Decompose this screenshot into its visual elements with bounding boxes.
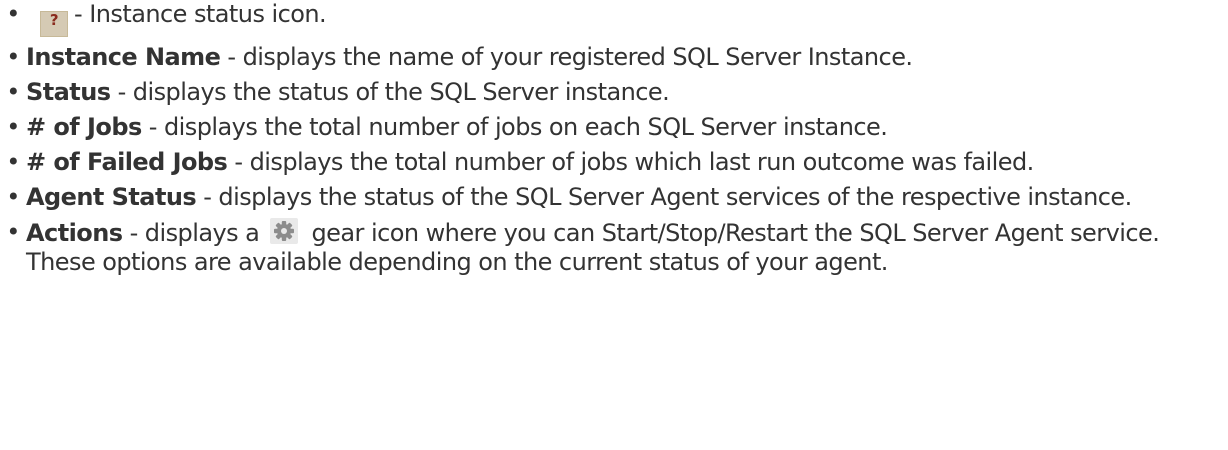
bullet: •	[6, 78, 20, 106]
list-item-status-icon: • ? - Instance status icon.	[4, 0, 1228, 37]
item-description: - displays the name of your registered S…	[220, 43, 913, 71]
bullet: •	[6, 43, 20, 71]
list-item-num-jobs: • # of Jobs - displays the total number …	[4, 113, 1228, 142]
item-term: Status	[26, 78, 111, 106]
question-status-icon: ?	[40, 11, 68, 37]
bullet: •	[6, 0, 20, 28]
document: • ? - Instance status icon. • Instance Na…	[0, 0, 1228, 450]
list-item-num-failed-jobs: • # of Failed Jobs - displays the total …	[4, 148, 1228, 177]
item-term: Instance Name	[26, 43, 221, 71]
item-term: Actions	[26, 219, 123, 247]
bullet: •	[6, 218, 20, 246]
item-description: - displays the status of the SQL Server …	[110, 78, 670, 106]
item-description: - displays the total number of jobs whic…	[227, 148, 1034, 176]
item-term: # of Failed Jobs	[26, 148, 228, 176]
bullet: •	[6, 148, 20, 176]
bullet: •	[6, 183, 20, 211]
item-term: Agent Status	[26, 183, 197, 211]
list-item-actions: • Actions - displays a gear icon where y…	[4, 218, 1228, 277]
item-term: # of Jobs	[26, 113, 142, 141]
list-item-agent-status: • Agent Status - displays the status of …	[4, 183, 1228, 212]
item-description: - displays the status of the SQL Server …	[196, 183, 1132, 211]
field-description-list: • ? - Instance status icon. • Instance Na…	[4, 0, 1228, 277]
gear-icon	[270, 218, 299, 244]
list-item-status: • Status - displays the status of the SQ…	[4, 78, 1228, 107]
item-description: - displays the total number of jobs on e…	[141, 113, 888, 141]
item-description: - Instance status icon.	[74, 0, 327, 28]
bullet: •	[6, 113, 20, 141]
item-description-before: - displays a	[122, 219, 267, 247]
list-item-instance-name: • Instance Name - displays the name of y…	[4, 43, 1228, 72]
